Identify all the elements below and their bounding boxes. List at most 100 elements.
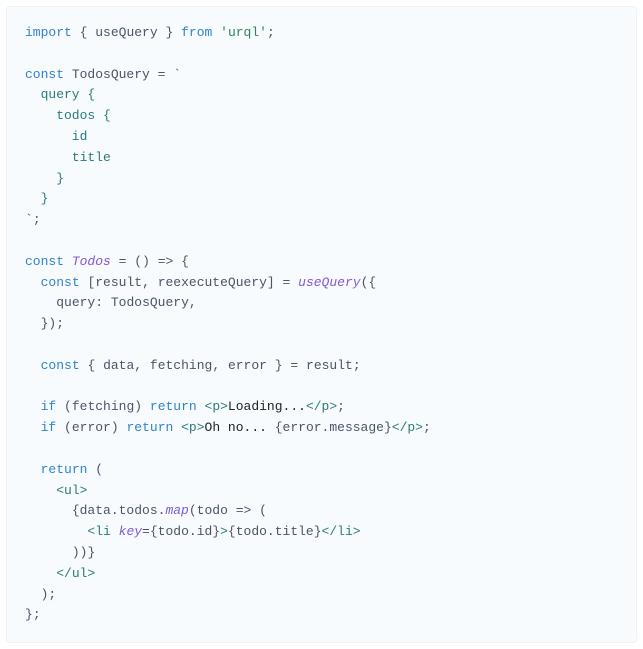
expr-brace: } [212,524,220,539]
arrow: => [236,503,252,518]
kw-return: return [126,420,173,435]
brace: { [80,25,88,40]
jsx-p-open: <p> [205,399,228,414]
kw-return: return [150,399,197,414]
paren: ( [134,254,142,269]
semi: ; [353,358,361,373]
kw-const: const [41,358,80,373]
prop-query: query [56,295,95,310]
backtick: ` [25,212,33,227]
semi: ; [48,587,56,602]
colon: : [95,295,103,310]
semi: ; [33,607,41,622]
jsx-li-close: </li> [322,524,361,539]
eq: = [158,67,166,82]
expr-data-todos: data.todos. [80,503,166,518]
jsx-ul-close: </ul> [56,566,95,581]
paren: ( [259,503,267,518]
brace: { [368,275,376,290]
component-Todos: Todos [72,254,111,269]
gql-line: } [25,171,64,186]
gql-line: title [25,150,111,165]
gql-line: id [25,129,87,144]
kw-from: from [181,25,212,40]
ident-error: error [228,358,267,373]
kw-const: const [41,275,80,290]
jsx-gt: > [220,524,228,539]
call-useQuery: useQuery [298,275,360,290]
cond-fetching: fetching [72,399,134,414]
semi: ; [33,212,41,227]
expr-brace: } [87,545,95,560]
attr-key: key [119,524,142,539]
cond-error: error [72,420,111,435]
paren: ) [41,587,49,602]
kw-if: if [41,399,57,414]
jsx-p-close: </p> [392,420,423,435]
kw-const: const [25,67,64,82]
kw-import: import [25,25,72,40]
paren: ( [95,462,103,477]
ident-TodosQuery: TodosQuery [72,67,150,82]
text-ohno: Oh no... [205,420,275,435]
semi: ; [423,420,431,435]
expr-todo-id: todo.id [158,524,213,539]
paren: ) [80,545,88,560]
ident-useQuery: useQuery [95,25,157,40]
string-urql: 'urql' [220,25,267,40]
eq: = [142,524,150,539]
ident-reexecuteQuery: reexecuteQuery [158,275,267,290]
param-todo: todo [197,503,228,518]
eq: = [283,275,291,290]
kw-if: if [41,420,57,435]
comma: , [189,295,197,310]
arrow: => [158,254,174,269]
jsx-p-close: </p> [306,399,337,414]
jsx-p-open: <p> [181,420,204,435]
expr-brace: } [314,524,322,539]
jsx-li-open: <li [87,524,110,539]
semi: ; [267,25,275,40]
method-map: map [165,503,188,518]
semi: ; [337,399,345,414]
gql-line: todos { [25,108,111,123]
brace: } [165,25,173,40]
ident-TodosQuery: TodosQuery [111,295,189,310]
ident-fetching: fetching [150,358,212,373]
code-block: import { useQuery } from 'urql'; const T… [6,6,637,643]
eq: = [290,358,298,373]
brace: } [275,358,283,373]
ident-result: result [306,358,353,373]
expr-brace: { [72,503,80,518]
gql-line: query { [25,87,95,102]
expr-brace: { [275,420,283,435]
ident-data: data [103,358,134,373]
paren: ) [142,254,150,269]
ident-result: result [95,275,142,290]
kw-const: const [25,254,64,269]
expr-error-message: error.message [283,420,384,435]
paren: ( [189,503,197,518]
comma: , [142,275,150,290]
jsx-ul-open: <ul> [56,483,87,498]
eq: = [119,254,127,269]
expr-brace: } [384,420,392,435]
brace: } [25,607,33,622]
comma: , [212,358,220,373]
semi: ; [56,316,64,331]
expr-brace: { [228,524,236,539]
bracket: ] [267,275,275,290]
space [111,524,119,539]
comma: , [134,358,142,373]
gql-line: } [25,191,48,206]
backtick: ` [173,67,181,82]
paren: ) [72,545,80,560]
kw-return: return [41,462,88,477]
brace: { [87,358,95,373]
text-loading: Loading... [228,399,306,414]
paren: ( [64,420,72,435]
paren: ( [64,399,72,414]
paren: ) [134,399,142,414]
paren: ) [111,420,119,435]
expr-brace: { [150,524,158,539]
